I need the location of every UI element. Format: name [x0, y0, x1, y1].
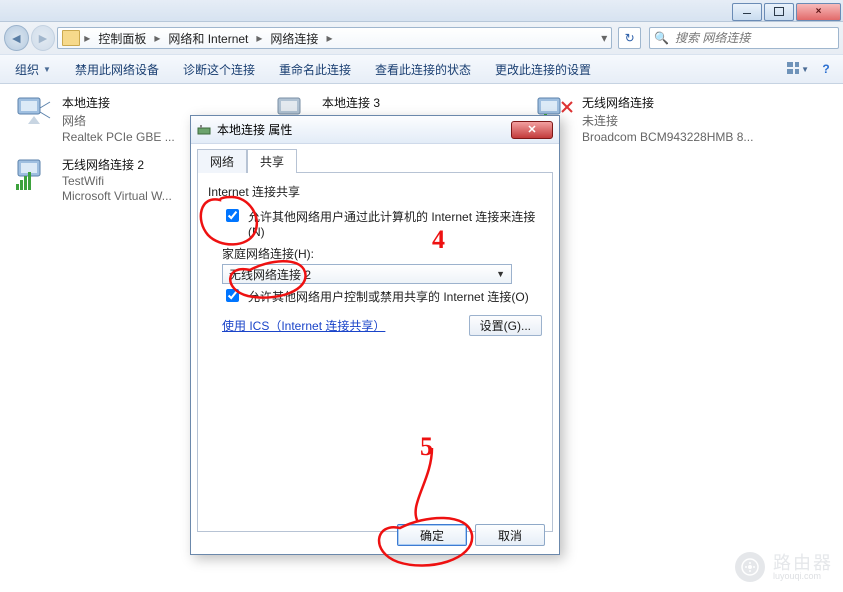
- connection-name: 本地连接: [62, 94, 175, 111]
- home-connection-label: 家庭网络连接(H):: [222, 245, 542, 262]
- connection-status: 网络: [62, 112, 175, 129]
- organize-button[interactable]: 组织 ▼: [6, 58, 60, 81]
- rename-button[interactable]: 重命名此连接: [270, 58, 360, 81]
- view-status-button[interactable]: 查看此连接的状态: [366, 58, 480, 81]
- connection-device: Broadcom BCM943228HMB 8...: [582, 130, 753, 144]
- toolbar: 组织 ▼ 禁用此网络设备 诊断这个连接 重命名此连接 查看此连接的状态 更改此连…: [0, 54, 843, 84]
- nav-back-button[interactable]: ◄: [4, 25, 29, 51]
- breadcrumb-item[interactable]: 网络和 Internet: [162, 28, 254, 48]
- connection-status: TestWifi: [62, 174, 172, 188]
- chevron-right-icon: ▸: [152, 31, 162, 45]
- address-row: ◄ ► ▸ 控制面板 ▸ 网络和 Internet ▸ 网络连接 ▸ ▾ ↻ 🔍: [0, 22, 843, 54]
- search-icon: 🔍: [654, 31, 669, 45]
- search-box[interactable]: 🔍: [649, 27, 839, 49]
- window-close-button[interactable]: ×: [796, 3, 841, 21]
- tab-sharing[interactable]: 共享: [247, 149, 297, 173]
- watermark-text: 路由器: [773, 554, 833, 572]
- chevron-down-icon: ▼: [43, 65, 51, 74]
- allow-sharing-label: 允许其他网络用户通过此计算机的 Internet 连接来连接(N): [248, 208, 542, 239]
- nav-forward-button[interactable]: ►: [31, 25, 56, 51]
- chevron-right-icon: ▸: [254, 31, 264, 45]
- home-connection-combo[interactable]: 无线网络连接 2 ▼: [222, 264, 512, 284]
- window-minimize-button[interactable]: [732, 3, 762, 21]
- connection-item[interactable]: 无线网络连接 未连接 Broadcom BCM943228HMB 8...: [530, 88, 790, 150]
- tab-networking[interactable]: 网络: [197, 149, 247, 173]
- combo-value: 无线网络连接 2: [229, 266, 311, 283]
- dialog-titlebar[interactable]: 本地连接 属性 ✕: [191, 116, 559, 144]
- ok-button[interactable]: 确定: [397, 524, 467, 546]
- dialog-button-row: 确定 取消: [191, 524, 559, 546]
- lan-icon: [14, 94, 54, 130]
- tab-strip: 网络 共享: [191, 144, 559, 172]
- cancel-button[interactable]: 取消: [475, 524, 545, 546]
- disable-device-button[interactable]: 禁用此网络设备: [66, 58, 168, 81]
- dialog-close-button[interactable]: ✕: [511, 121, 553, 139]
- search-input[interactable]: [673, 30, 834, 46]
- window-titlebar: ×: [0, 0, 843, 22]
- settings-button[interactable]: 设置(G)...: [469, 315, 542, 336]
- chevron-right-icon: ▸: [82, 31, 92, 45]
- watermark: 路由器 luyouqi.com: [735, 552, 833, 582]
- chevron-down-icon: ▼: [801, 65, 809, 74]
- connection-name: 无线网络连接 2: [62, 156, 172, 173]
- connection-device: Realtek PCIe GBE ...: [62, 130, 175, 144]
- ics-group-label: Internet 连接共享: [208, 183, 542, 200]
- breadcrumb-item[interactable]: 网络连接: [264, 28, 324, 48]
- connection-status: 未连接: [582, 112, 753, 129]
- help-button[interactable]: ?: [815, 60, 837, 78]
- allow-control-label: 允许其他网络用户控制或禁用共享的 Internet 连接(O): [248, 288, 529, 305]
- connection-name: 无线网络连接: [582, 94, 753, 111]
- diagnose-button[interactable]: 诊断这个连接: [174, 58, 264, 81]
- ics-help-link[interactable]: 使用 ICS（Internet 连接共享）: [222, 317, 385, 334]
- organize-label: 组织: [15, 61, 39, 78]
- sharing-panel: Internet 连接共享 允许其他网络用户通过此计算机的 Internet 连…: [197, 172, 553, 532]
- allow-control-checkbox-row[interactable]: 允许其他网络用户控制或禁用共享的 Internet 连接(O): [222, 288, 542, 305]
- change-settings-button[interactable]: 更改此连接的设置: [486, 58, 600, 81]
- chevron-right-icon: ▸: [324, 31, 334, 45]
- connection-name: 本地连接 3: [322, 94, 380, 111]
- view-mode-button[interactable]: ▼: [787, 60, 809, 78]
- location-icon: [62, 30, 80, 46]
- properties-dialog: 本地连接 属性 ✕ 网络 共享 Internet 连接共享 允许其他网络用户通过…: [190, 115, 560, 555]
- router-icon: [735, 552, 765, 582]
- allow-sharing-checkbox[interactable]: [226, 209, 239, 222]
- window-maximize-button[interactable]: [764, 3, 794, 21]
- dialog-title: 本地连接 属性: [217, 121, 292, 138]
- wifi-icon: [14, 156, 54, 192]
- allow-control-checkbox[interactable]: [226, 289, 239, 302]
- watermark-sub: luyouqi.com: [773, 572, 833, 581]
- refresh-button[interactable]: ↻: [618, 27, 641, 49]
- connection-device: Microsoft Virtual W...: [62, 189, 172, 203]
- chevron-down-icon[interactable]: ▾: [599, 31, 609, 45]
- breadcrumb-item[interactable]: 控制面板: [92, 28, 152, 48]
- chevron-down-icon: ▼: [496, 269, 505, 279]
- nic-icon: [197, 123, 211, 137]
- allow-sharing-checkbox-row[interactable]: 允许其他网络用户通过此计算机的 Internet 连接来连接(N): [222, 208, 542, 239]
- breadcrumb-bar[interactable]: ▸ 控制面板 ▸ 网络和 Internet ▸ 网络连接 ▸ ▾: [57, 27, 612, 49]
